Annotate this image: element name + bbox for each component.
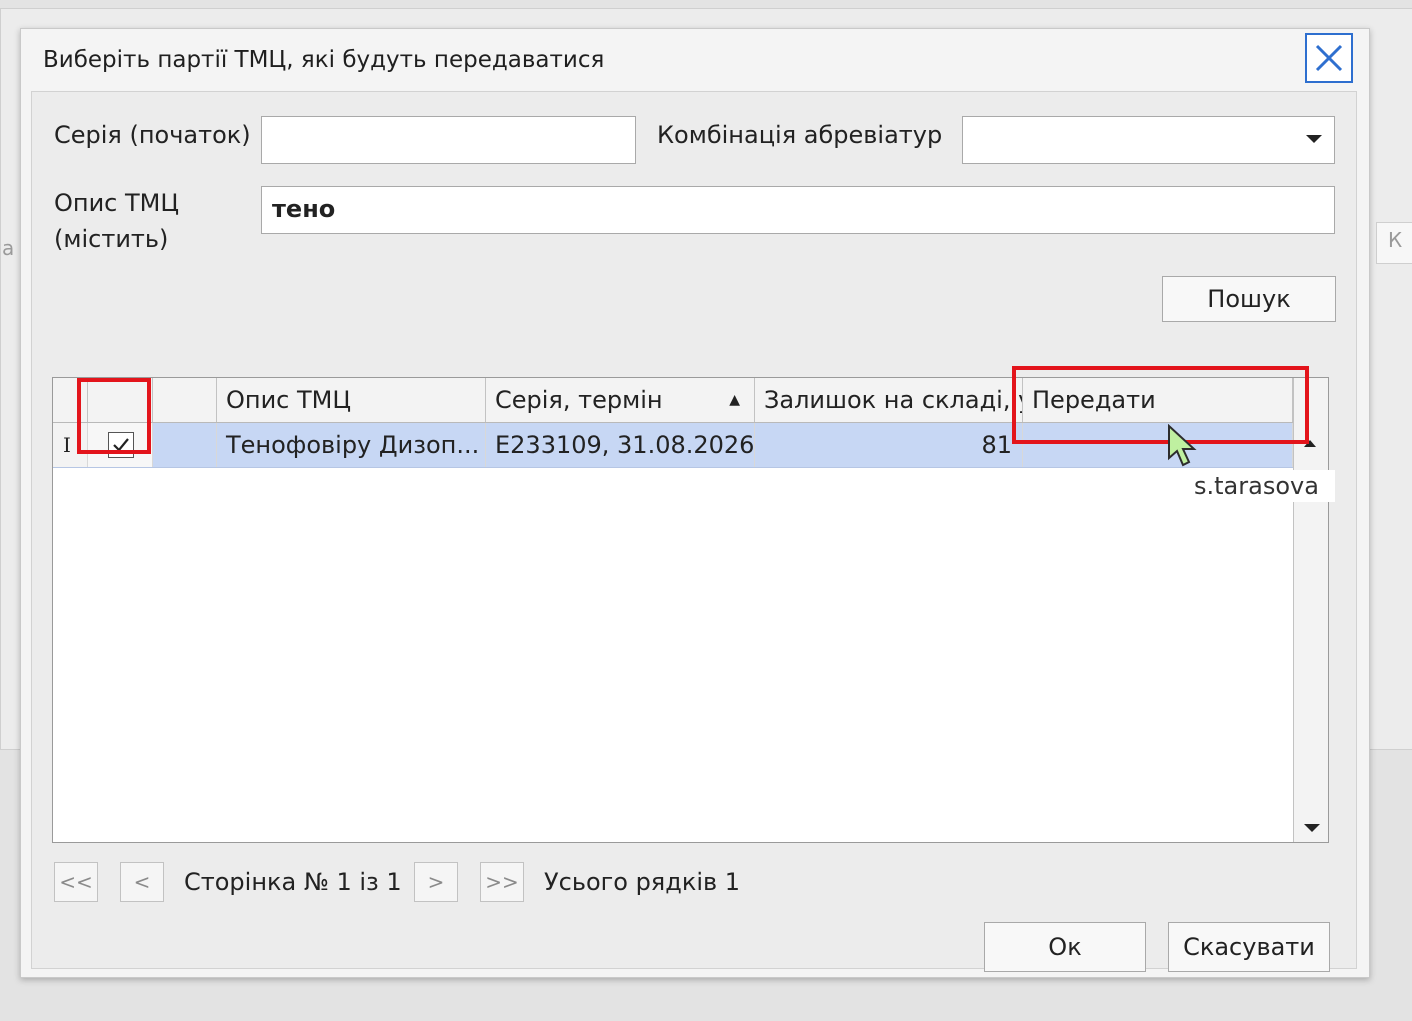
cancel-button[interactable]: Скасувати: [1168, 922, 1330, 972]
sort-ascending-icon: ▲: [729, 392, 740, 408]
batches-grid: Опис ТМЦ Серія, термін ▲ Залишок на скла…: [52, 377, 1329, 843]
page-indicator: Сторінка № 1 із 1: [184, 868, 402, 896]
description-label-line2: (містить): [54, 225, 169, 253]
transfer-batches-dialog: Виберіть партії ТМЦ, які будуть передава…: [20, 28, 1370, 978]
header-description[interactable]: Опис ТМЦ: [217, 378, 486, 422]
row-description[interactable]: Тенофовіру Дизоп...: [217, 423, 486, 467]
ok-button[interactable]: Ок: [984, 922, 1146, 972]
description-input[interactable]: тено: [261, 186, 1335, 234]
first-page-button[interactable]: <<: [54, 862, 98, 902]
dropdown-arrow-icon[interactable]: [1306, 135, 1322, 143]
header-series-term[interactable]: Серія, термін ▲: [486, 378, 755, 422]
header-series-term-label: Серія, термін: [495, 386, 663, 414]
dialog-body: Серія (початок) Комбінація абревіатур Оп…: [31, 91, 1357, 972]
abbr-label: Комбінація абревіатур: [657, 121, 943, 149]
header-stock[interactable]: Залишок на складі, уп: [755, 378, 1023, 422]
series-label: Серія (початок): [54, 121, 251, 149]
series-input[interactable]: [261, 116, 636, 164]
next-page-button[interactable]: >: [414, 862, 458, 902]
prev-page-button[interactable]: <: [120, 862, 164, 902]
row-stock[interactable]: 81: [755, 423, 1023, 467]
description-label-line1: Опис ТМЦ: [54, 189, 180, 217]
transfer-cell-highlight: [1012, 366, 1309, 444]
background-glyph: К: [1388, 228, 1403, 252]
dialog-title: Виберіть партії ТМЦ, які будуть передава…: [43, 47, 605, 73]
grid-vertical-scrollbar[interactable]: [1293, 378, 1328, 842]
scroll-down-arrow-icon[interactable]: [1304, 824, 1320, 832]
background-glyph: а: [2, 236, 15, 260]
row-blank-cell: [153, 423, 217, 467]
abbr-combobox[interactable]: [962, 116, 1335, 164]
close-icon: [1315, 44, 1343, 72]
row-series-term[interactable]: E233109, 31.08.2026: [486, 423, 755, 467]
user-tooltip: s.tarasova: [1176, 470, 1335, 502]
close-button[interactable]: [1305, 33, 1353, 83]
checkbox-highlight: [77, 378, 151, 454]
search-button[interactable]: Пошук: [1162, 276, 1336, 322]
total-rows-text: Усього рядків 1: [544, 868, 741, 896]
last-page-button[interactable]: >>: [480, 862, 524, 902]
mouse-cursor-icon: [1168, 424, 1197, 467]
header-blank-column: [153, 378, 217, 422]
